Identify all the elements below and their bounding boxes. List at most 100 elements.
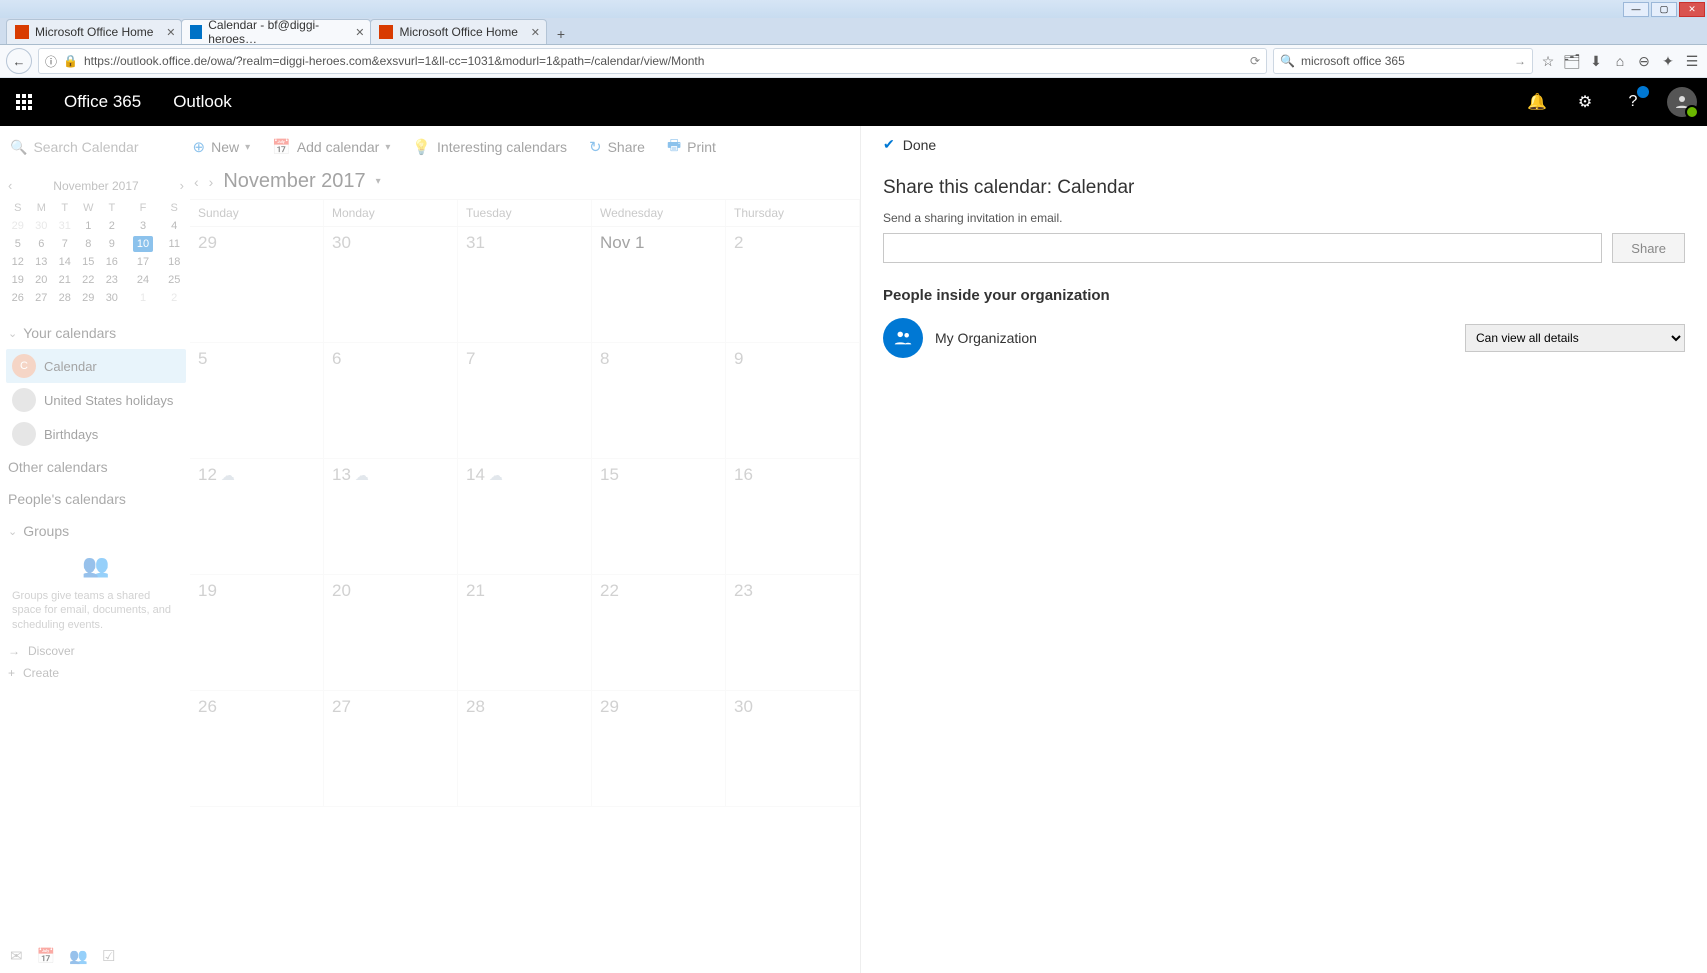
calendar-cell[interactable]: 9 [726,343,860,459]
calendar-cell[interactable]: Nov 1 [592,227,726,343]
calendar-item[interactable]: United States holidays [6,383,186,417]
browser-tabbar: Microsoft Office Home ✕ Calendar - bf@di… [0,18,1707,45]
calendar-cell[interactable]: 15 [592,459,726,575]
peoples-calendars-header[interactable]: People's calendars [6,483,186,515]
create-link[interactable]: +Create [6,662,186,684]
calendar-cell[interactable]: 19 [190,575,324,691]
add-calendar-button[interactable]: 📅 Add calendar ▾ [272,138,390,156]
mail-icon[interactable]: ✉ [10,947,23,965]
window-minimize[interactable]: — [1623,2,1649,17]
tasks-icon[interactable]: ☑ [102,947,115,965]
share-email-input[interactable] [883,233,1602,263]
mini-calendar[interactable]: SMTWTFS 29303112345678910111213141516171… [6,199,186,307]
calendar-cell[interactable]: 28 [458,691,592,807]
groups-header[interactable]: ⌄ Groups [6,515,186,547]
your-calendars-header[interactable]: ⌄ Your calendars [6,317,186,349]
suite-title[interactable]: Office 365 [48,92,157,112]
calendar-cell[interactable]: 30 [726,691,860,807]
browser-tab[interactable]: Calendar - bf@diggi-heroes… ✕ [181,19,371,44]
calendar-cell[interactable]: 31 [458,227,592,343]
browser-search[interactable]: 🔍 microsoft office 365 → [1273,48,1533,74]
interesting-calendars-button[interactable]: 💡 Interesting calendars [412,138,567,156]
search-calendar[interactable]: 🔍 Search Calendar [10,139,139,156]
mini-month[interactable]: November 2017 [53,179,138,193]
home-icon[interactable]: ⌂ [1611,52,1629,70]
bell-icon: 🔔 [1527,92,1547,112]
calendar-item-label: Birthdays [44,427,98,442]
addon-icon[interactable]: ✦ [1659,52,1677,70]
prev-period[interactable]: ‹ [194,174,199,190]
calendar-cell[interactable]: 29 [592,691,726,807]
chevron-down-icon[interactable]: ▾ [376,176,381,187]
url-bar[interactable]: ⓘ 🔒 https://outlook.office.de/owa/?realm… [38,48,1267,74]
calendar-cell[interactable]: 23 [726,575,860,691]
close-icon[interactable]: ✕ [355,26,364,39]
download-icon[interactable]: ⬇ [1587,52,1605,70]
back-button[interactable]: ← [6,48,32,74]
chevron-down-icon: ⌄ [8,525,17,538]
url-text: https://outlook.office.de/owa/?realm=dig… [84,54,704,68]
print-button[interactable]: 🖶 Print [667,135,716,160]
calendar-cell[interactable]: 16 [726,459,860,575]
app-launcher[interactable] [0,78,48,126]
notifications-button[interactable]: 🔔 [1513,78,1561,126]
calendar-cell[interactable]: 27 [324,691,458,807]
settings-button[interactable]: ⚙ [1561,78,1609,126]
calendar-cell[interactable]: 26 [190,691,324,807]
share-button[interactable]: ↻ Share [589,138,645,156]
pocket-icon[interactable]: ⊖ [1635,52,1653,70]
app-title[interactable]: Outlook [157,92,248,112]
next-period[interactable]: › [209,174,214,190]
close-icon[interactable]: ✕ [531,26,540,39]
bookmark-icon[interactable]: ☆ [1539,52,1557,70]
window-maximize[interactable]: ▢ [1651,2,1677,17]
done-button[interactable]: ✔ Done [883,136,1685,161]
go-icon[interactable]: → [1514,54,1526,68]
calendar-cell[interactable]: 5 [190,343,324,459]
calendar-item[interactable]: CCalendar [6,349,186,383]
person-icon [1673,93,1691,111]
calendar-cell[interactable]: 2 [726,227,860,343]
calendar-cell[interactable]: 29 [190,227,324,343]
gear-icon: ⚙ [1578,92,1592,112]
account-avatar[interactable] [1667,87,1697,117]
help-icon: ? [1629,93,1638,111]
calendar-cell[interactable]: 20 [324,575,458,691]
browser-tab[interactable]: Microsoft Office Home ✕ [370,19,546,44]
reload-icon[interactable]: ⟳ [1250,54,1260,68]
search-placeholder: Search Calendar [33,139,138,155]
new-button[interactable]: ⊕ New ▾ [193,138,251,156]
calendar-cell[interactable]: 30 [324,227,458,343]
other-calendars-header[interactable]: Other calendars [6,451,186,483]
people-icon[interactable]: 👥 [69,947,88,965]
search-icon: 🔍 [10,139,27,156]
discover-link[interactable]: →Discover [6,640,186,662]
calendar-cell[interactable]: 21 [458,575,592,691]
share-submit-button[interactable]: Share [1612,233,1685,263]
permission-select[interactable]: Can view all details [1465,324,1685,352]
library-icon[interactable]: 🗂 [1563,52,1581,70]
menu-icon[interactable]: ☰ [1683,52,1701,70]
calendar-item[interactable]: Birthdays [6,417,186,451]
calendar-cell[interactable]: 14☁ [458,459,592,575]
calendar-cell[interactable]: 8 [592,343,726,459]
next-month[interactable]: › [180,178,184,193]
new-tab-button[interactable]: + [550,24,572,44]
window-close[interactable]: ✕ [1679,2,1705,17]
calendar-cell[interactable]: 6 [324,343,458,459]
close-icon[interactable]: ✕ [166,26,175,39]
arrow-icon: → [8,644,20,658]
calendar-cell[interactable]: 12☁ [190,459,324,575]
tab-label: Calendar - bf@diggi-heroes… [208,18,342,46]
calendar-cell[interactable]: 7 [458,343,592,459]
calendar-cell[interactable]: 13☁ [324,459,458,575]
calendar-color-dot [12,422,36,446]
calendar-icon[interactable]: 📅 [37,947,56,965]
done-label: Done [903,137,936,153]
browser-tab[interactable]: Microsoft Office Home ✕ [6,19,182,44]
help-button[interactable]: ? [1609,78,1657,126]
calendar-title[interactable]: November 2017 [223,170,365,193]
prev-month[interactable]: ‹ [8,178,12,193]
info-icon[interactable]: ⓘ [45,53,57,70]
calendar-cell[interactable]: 22 [592,575,726,691]
